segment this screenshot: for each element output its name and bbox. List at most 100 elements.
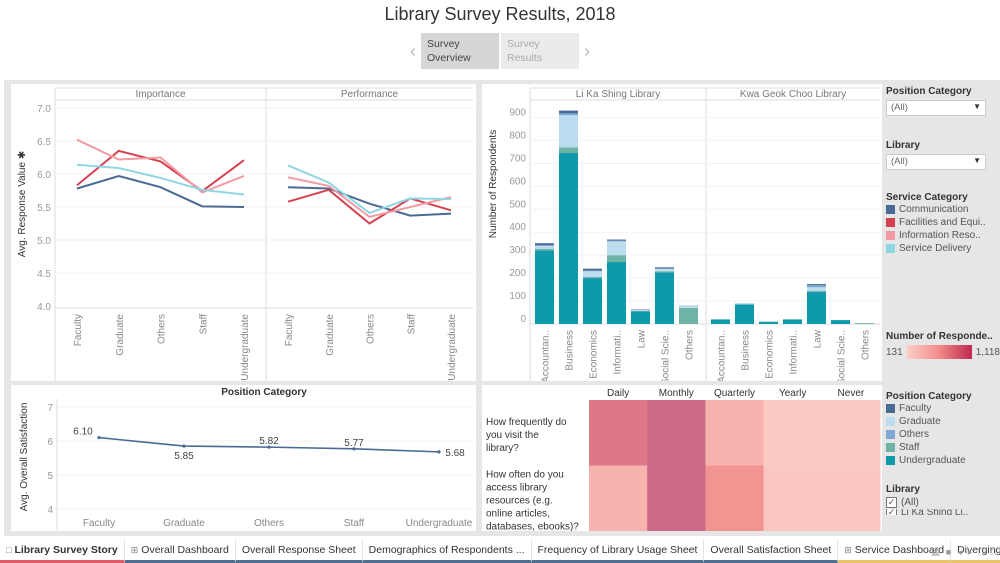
heatmap-cell [647,400,706,466]
legend-label: Others [899,429,930,440]
respondents-color-scale: 131 1,118 [886,345,1000,359]
position-legend-title: Position Category [886,391,972,402]
panel-title: Li Ka Shing Library [576,89,661,100]
sheet-tab[interactable]: Frequency of Library Usage Sheet [531,540,705,563]
x-tick-label: Graduate [163,518,205,529]
legend-label: Service Delivery [899,243,972,254]
library-dropdown[interactable]: (All) ▼ [886,154,986,170]
story-point-survey-overview[interactable]: Survey Overview [421,33,499,69]
library-check-label: (All) [901,496,919,508]
bar-segment-graduate [535,245,554,249]
bar-segment-faculty [655,267,674,269]
story-point-survey-results[interactable]: Survey Results [501,33,579,69]
story-navigator: ‹ Survey Overview Survey Results › [405,33,595,69]
dashboard: Importance Performance 7.0 6.5 6.0 5.5 5.0 4.5 4… [4,80,1000,536]
data-label: 5.85 [174,451,194,462]
bar-segment-undergraduate [735,304,754,324]
x-tick-label: Undergraduate [447,314,458,381]
bar-segment-others [559,113,578,116]
bar-segment-staff [607,255,626,263]
x-tick-label: Faculty [284,314,295,346]
x-tick-label: Others [685,330,696,360]
grid-view-icon[interactable]: ▤ [931,547,940,558]
list-view-icon[interactable]: ■ [946,547,951,558]
bar-segment-faculty [807,284,826,285]
tab-label: Overall Response Sheet [241,544,356,556]
x-tick-label: Economics [765,330,776,379]
respondents-legend-title: Number of Responde.. [886,331,993,342]
checkbox-icon[interactable]: ✓ [886,509,897,515]
bar-segment-undergraduate [535,250,554,324]
sheet-tab[interactable]: Overall Response Sheet [235,540,363,563]
x-tick-label: Accountan.. [717,330,728,381]
sheet-tab[interactable]: ⊞ Overall Dashboard [124,540,236,563]
library-check-all[interactable]: ✓ (All) [886,495,1000,509]
usage-frequency-heatmap: Daily Monthly Quarterly Yearly Never How freq… [482,385,882,533]
data-point [437,450,441,454]
data-label: 5.77 [344,438,364,449]
page-title: Library Survey Results, 2018 [384,4,616,24]
y-tick-label: 5.0 [37,236,51,247]
heatmap-cell [763,465,823,532]
respondents-bar-chart: Li Ka Shing Library Kwa Geok Choo Library… [482,84,882,385]
panel-title: Kwa Geok Choo Library [740,89,846,100]
position-category-legend: Faculty Graduate Others Staff Undergraduate [886,402,1000,467]
scroll-right-icon[interactable]: ▸ [968,547,973,558]
row-label: How often do you access library resources … [486,470,579,532]
checkbox-icon[interactable]: ✓ [886,496,897,508]
bar-segment-graduate [631,310,650,311]
tab-label: Overall Satisfaction Sheet [710,544,832,556]
y-tick-label: 6.5 [37,137,51,148]
legend-item[interactable]: Information Reso.. [886,229,1000,242]
chevron-left-icon[interactable]: ‹ [405,33,421,69]
chevron-right-icon[interactable]: › [579,33,595,69]
x-tick-label: Undergraduate [406,518,473,529]
legend-item[interactable]: Others [886,428,1000,441]
legend-swatch [886,417,895,426]
legend-swatch [886,205,895,214]
y-tick-label: 800 [509,130,526,141]
present-icon[interactable]: □ [991,547,996,558]
sheet-tab[interactable]: □ Library Survey Story [0,540,125,563]
y-axis-title: Number of Respondents [488,130,499,238]
heatmap-cell [705,400,765,466]
scale-min: 131 [886,346,903,358]
legend-label: Undergraduate [899,455,966,466]
bar-segment-staff [679,307,698,324]
legend-item[interactable]: Staff [886,441,1000,454]
legend-item[interactable]: Undergraduate [886,454,1000,467]
legend-label: Staff [899,442,920,453]
scroll-left-icon[interactable]: ◂ [957,547,962,558]
x-tick-label: Staff [344,518,365,529]
x-tick-label: Others [366,314,377,344]
legend-item[interactable]: Graduate [886,415,1000,428]
fullscreen-icon[interactable]: ⛶ [978,547,984,558]
column-header: Yearly [779,388,806,399]
data-label: 5.82 [259,436,279,447]
heatmap-svg: Daily Monthly Quarterly Yearly Never How freq… [486,388,881,533]
y-tick-label: 7 [47,403,53,414]
bar-segment-graduate [655,268,674,272]
y-tick-label: 500 [509,199,526,210]
bar-segment-graduate [807,287,826,291]
sheet-tab[interactable]: Overall Satisfaction Sheet [704,540,839,563]
legend-item[interactable]: Communication [886,203,1000,216]
bar-segment-undergraduate [559,153,578,324]
column-header: Quarterly [714,388,755,399]
x-tick-label: Undergraduate [240,314,251,381]
series-line-communication-performance [287,186,452,217]
library-check-lks[interactable]: ✓ Li Ka Shing Li.. [886,509,1000,515]
gradient-bar [906,345,972,359]
column-header: Daily [607,388,629,399]
legend-swatch [886,404,895,413]
library-value: (All) [891,156,908,167]
legend-item[interactable]: Facilities and Equi.. [886,216,1000,229]
legend-swatch [886,430,895,439]
library-legend-title: Library [886,484,920,495]
sheet-tab[interactable]: Demographics of Respondents ... [362,540,532,563]
position-category-dropdown[interactable]: (All) ▼ [886,100,986,116]
legend-item[interactable]: Faculty [886,402,1000,415]
dashboard-icon: ⊞ [130,545,139,555]
series-line-service-delivery-performance [287,164,452,215]
legend-item[interactable]: Service Delivery [886,242,1000,255]
